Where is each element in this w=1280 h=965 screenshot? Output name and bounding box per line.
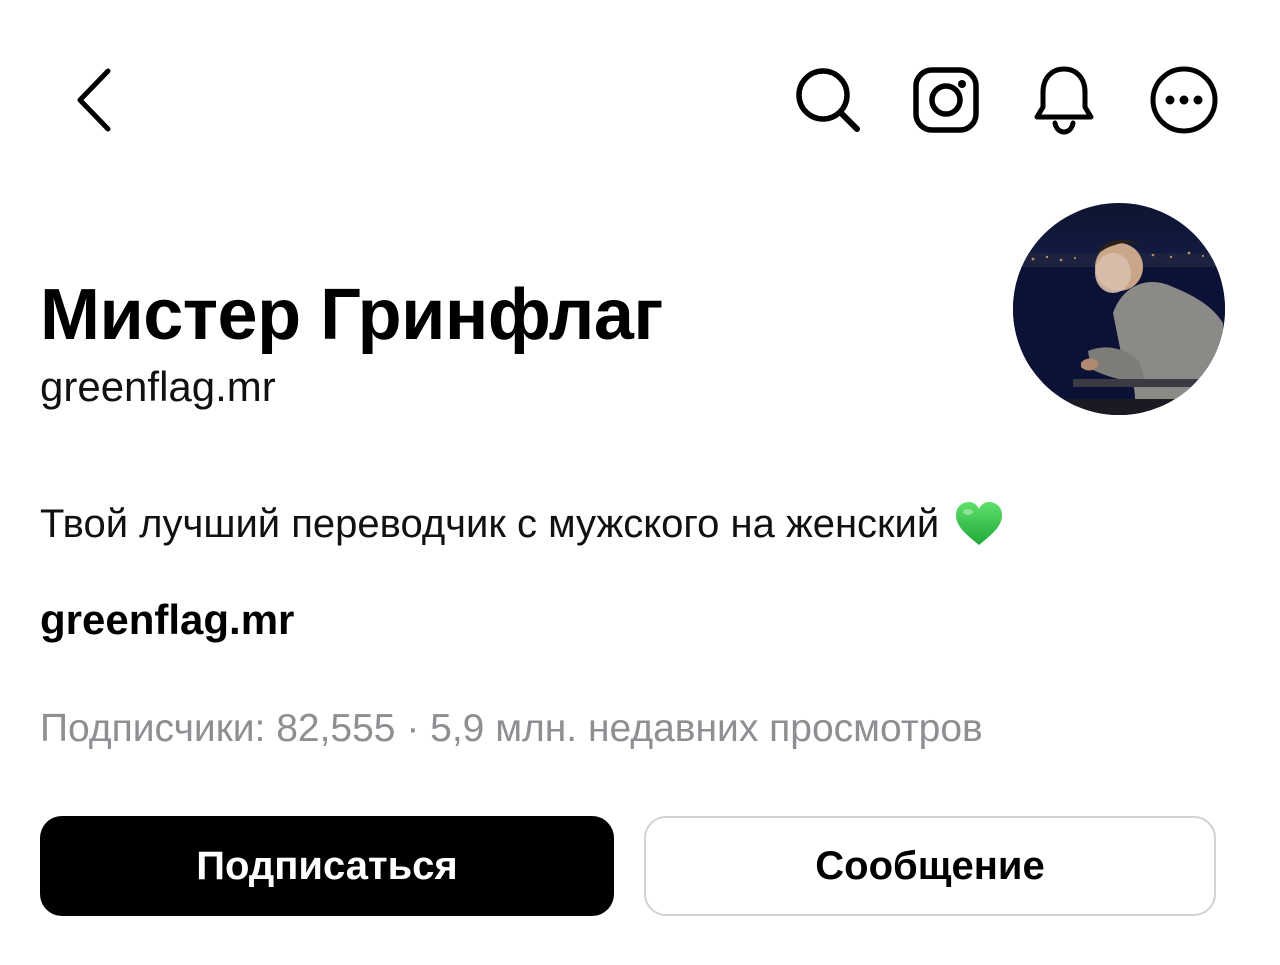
more-icon <box>1150 66 1218 134</box>
avatar-photo <box>1013 203 1225 415</box>
profile-page: Мистер Гринфлаг greenflag.mr Твой лучший… <box>0 0 1280 965</box>
back-button[interactable] <box>56 60 132 140</box>
profile-username: greenflag.mr <box>40 363 276 410</box>
instagram-button[interactable] <box>906 62 986 138</box>
search-button[interactable] <box>788 62 868 138</box>
notifications-button[interactable] <box>1024 62 1104 138</box>
profile-stats: Подписчики: 82,555 · 5,9 млн. недавних п… <box>40 707 983 750</box>
more-options-button[interactable] <box>1142 62 1226 138</box>
search-icon <box>796 68 860 132</box>
instagram-icon <box>913 67 979 133</box>
green-heart-icon <box>956 502 1003 545</box>
avatar[interactable] <box>1013 203 1225 415</box>
bell-icon <box>1034 66 1094 135</box>
bio-text: Твой лучший переводчик с мужского на жен… <box>40 502 940 546</box>
profile-display-name: Мистер Гринфлаг <box>40 275 663 355</box>
profile-bio: Твой лучший переводчик с мужского на жен… <box>40 494 1005 554</box>
profile-link[interactable]: greenflag.mr <box>40 592 294 648</box>
chevron-left-icon <box>77 68 111 132</box>
message-button[interactable]: Сообщение <box>644 816 1216 916</box>
follow-button[interactable]: Подписаться <box>40 816 614 916</box>
